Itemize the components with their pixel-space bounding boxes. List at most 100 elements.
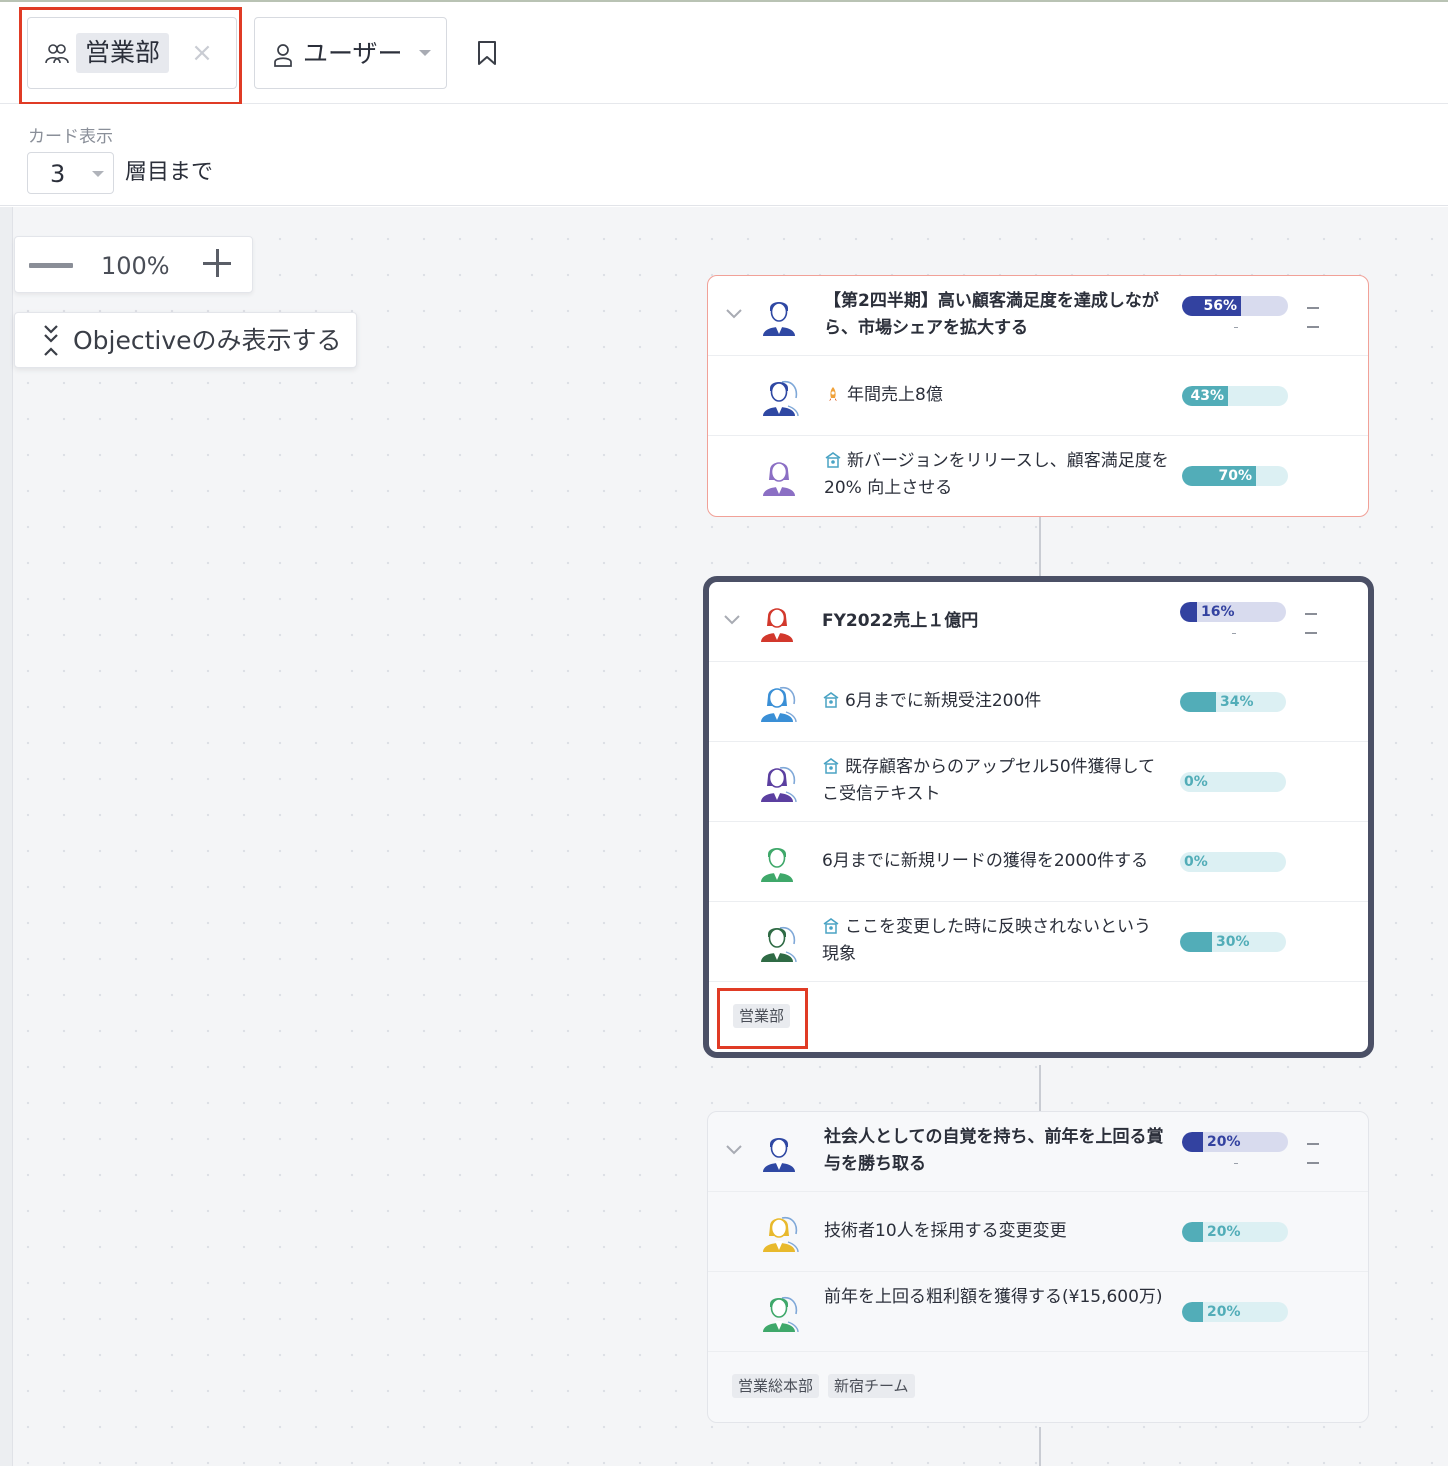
menu-dash[interactable] [1305,613,1317,615]
key-result-text: 新バージョンをリリースし、顧客満足度を20% 向上させる [824,451,1169,498]
male-green-avatar [758,1292,802,1333]
key-result-row[interactable]: 既存顧客からのアップセル50件獲得してこ受信テキスト 0% [709,742,1368,822]
male-blue-avatar [758,376,802,417]
key-result-progress-bar: 30% [1180,932,1286,952]
key-result-row[interactable]: 6月までに新規受注200件 34% [709,662,1368,742]
bookmark-icon[interactable] [476,40,498,66]
rocket-icon [824,384,842,401]
card-tags: 営業総本部 新宿チーム [708,1352,1368,1422]
key-result-text: 6月までに新規リードの獲得を2000件する [822,851,1149,871]
key-result-title[interactable]: 前年を上回る粗利額を獲得する(¥15,600万) [824,1284,1169,1311]
progress-label: 56% [1203,298,1237,314]
zoom-control: 100% [14,236,253,293]
card-display-title: カード表示 [28,127,113,147]
progress-label: 0% [1184,774,1208,790]
key-result-title[interactable]: 技術者10人を採用する変更変更 [824,1218,1169,1245]
key-result-row[interactable]: 新バージョンをリリースし、顧客満足度を20% 向上させる 70% [708,436,1368,516]
progress-label: 34% [1220,694,1254,710]
key-result-row[interactable]: 前年を上回る粗利額を獲得する(¥15,600万) 20% [708,1272,1368,1352]
objective-row[interactable]: FY2022売上１億円 16% [709,582,1368,662]
male-darkgreen-avatar [756,922,800,963]
group-icon [45,44,69,64]
chevron-down-icon[interactable] [723,614,741,626]
male-blue-avatar [758,1132,802,1172]
progress-label: 30% [1216,934,1250,950]
depth-select[interactable]: 3 [27,152,114,194]
objective-row[interactable]: 【第2四半期】高い顧客満足度を達成しながら、市場シェアを拡大する 56% [708,276,1368,356]
kr-icon [822,756,840,774]
card-display-settings: カード表示 3 層目まで [0,104,1448,206]
key-result-row[interactable]: 年間売上8億 43% [708,356,1368,436]
progress-label: 43% [1190,388,1224,404]
kr-icon [822,690,840,708]
okr-card[interactable]: 社会人としての自覚を持ち、前年を上回る賞与を勝ち取る 20% 技術者10人を採用… [707,1111,1369,1423]
male-blue-avatar [758,296,802,336]
key-result-title[interactable]: 既存顧客からのアップセル50件獲得してこ受信テキスト [822,754,1167,808]
objective-title[interactable]: 【第2四半期】高い顧客満足度を達成しながら、市場シェアを拡大する [824,288,1169,342]
key-result-row[interactable]: 技術者10人を採用する変更変更 20% [708,1192,1368,1272]
clear-department-icon[interactable]: × [190,36,214,70]
department-tag[interactable]: 営業部 [733,1004,791,1028]
kr-icon [822,916,840,934]
tree-connector [1039,1427,1041,1466]
key-result-row[interactable]: ここを変更した時に反映されないという現象 30% [709,902,1368,982]
key-result-title[interactable]: 年間売上8億 [824,382,1169,409]
menu-dash[interactable] [1305,632,1317,634]
female-red-avatar [756,602,800,642]
key-result-title[interactable]: 新バージョンをリリースし、顧客満足度を20% 向上させる [824,448,1169,502]
menu-dash[interactable] [1307,1143,1319,1145]
key-result-text: ここを変更した時に反映されないという現象 [822,917,1151,964]
tree-connector [1039,1065,1041,1112]
depth-select-value: 3 [50,160,66,188]
progress-fill [1180,932,1212,952]
key-result-progress-bar: 0% [1180,772,1286,792]
objective-title[interactable]: 社会人としての自覚を持ち、前年を上回る賞与を勝ち取る [824,1124,1169,1178]
progress-fill [1182,1132,1203,1152]
female-yellow-avatar [758,1212,802,1253]
person-icon [274,44,292,67]
male-green-avatar [756,842,800,882]
chevron-down-icon[interactable] [725,308,743,320]
chevron-down-icon[interactable] [725,1144,743,1156]
department-filter[interactable]: 営業部 × [27,17,237,89]
progress-fill [1182,1222,1203,1242]
key-result-text: 6月までに新規受注200件 [845,691,1042,711]
key-result-title[interactable]: 6月までに新規リードの獲得を2000件する [822,848,1167,875]
card-tags: 営業部 [709,982,1368,1052]
objective-title[interactable]: FY2022売上１億円 [822,608,1167,635]
okr-card-selected[interactable]: FY2022売上１億円 16% 6月までに新規受注200件 34% 既存顧客から… [703,576,1374,1058]
zoom-out-button[interactable] [29,256,75,276]
progress-label: 0% [1184,854,1208,870]
menu-dash[interactable] [1307,326,1319,328]
key-result-progress-bar: 20% [1182,1302,1288,1322]
department-tag[interactable]: 営業総本部 [732,1374,820,1398]
objective-only-label: Objectiveのみ表示する [73,326,342,355]
progress-label: 16% [1201,604,1235,620]
collapse-icon [44,325,58,356]
team-tag[interactable]: 新宿チーム [828,1374,915,1398]
female-purple-avatar [758,456,802,496]
divider-dash [1234,327,1238,328]
key-result-text: 技術者10人を採用する変更変更 [824,1221,1067,1241]
kr-icon [824,450,842,468]
okr-tree-canvas[interactable]: 100% Objectiveのみ表示する 【第2四半期】高い顧客満足度を達成しな… [0,207,1448,1466]
key-result-row[interactable]: 6月までに新規リードの獲得を2000件する 0% [709,822,1368,902]
key-result-title[interactable]: 6月までに新規受注200件 [822,688,1167,715]
chevron-down-icon [92,171,104,177]
chevron-down-icon [419,50,431,56]
left-rail [0,207,13,1466]
objective-row[interactable]: 社会人としての自覚を持ち、前年を上回る賞与を勝ち取る 20% [708,1112,1368,1192]
user-filter[interactable]: ユーザー [254,17,447,89]
key-result-title[interactable]: ここを変更した時に反映されないという現象 [822,914,1167,968]
key-result-progress-bar: 0% [1180,852,1286,872]
tree-connector [1039,516,1041,578]
filter-bar: 営業部 × ユーザー [0,2,1448,105]
menu-dash[interactable] [1307,307,1319,309]
divider-dash [1232,633,1236,634]
zoom-in-button[interactable] [203,249,233,279]
objective-only-toggle[interactable]: Objectiveのみ表示する [14,312,357,368]
menu-dash[interactable] [1307,1162,1319,1164]
okr-card[interactable]: 【第2四半期】高い顧客満足度を達成しながら、市場シェアを拡大する 56% 年間売… [707,275,1369,517]
objective-progress-bar: 56% [1182,296,1288,316]
divider-dash [1234,1163,1238,1164]
